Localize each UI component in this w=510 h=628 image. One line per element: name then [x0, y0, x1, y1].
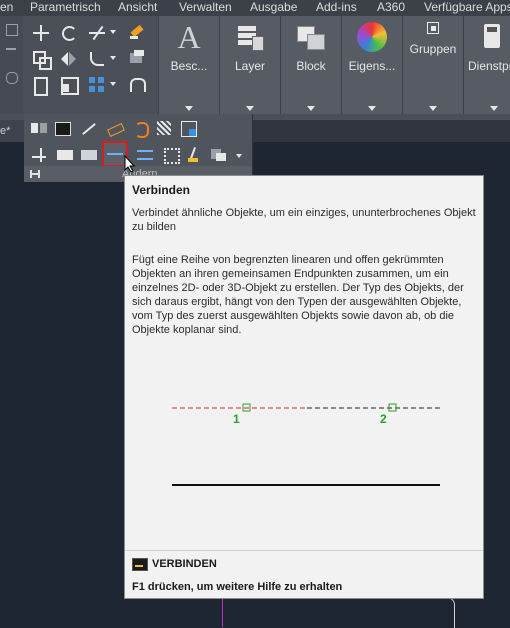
annotation-button[interactable]: A Besc... — [158, 16, 219, 114]
block-button[interactable]: Block — [280, 16, 341, 114]
rotate-icon[interactable] — [60, 24, 78, 42]
utilities-label: Dienstpr — [468, 59, 510, 73]
marker-label-2: 2 — [380, 412, 387, 426]
offset-icon[interactable] — [128, 76, 146, 94]
command-line-icon — [132, 558, 148, 571]
tooltip-title: Verbinden — [132, 183, 191, 197]
drawing-curve — [444, 597, 455, 628]
color-wheel-icon — [357, 22, 387, 52]
copy-nested-icon[interactable] — [162, 146, 180, 164]
fillet-dropdown-icon[interactable] — [110, 56, 116, 60]
polyline-edit-icon[interactable] — [180, 120, 198, 138]
scale-icon[interactable] — [60, 76, 79, 95]
draw-order-icon[interactable] — [210, 146, 228, 164]
utilities-dropdown-icon — [490, 106, 498, 111]
lengthen-icon[interactable] — [80, 120, 98, 138]
stretch-icon[interactable] — [32, 76, 50, 96]
overkill-icon[interactable] — [54, 120, 72, 138]
break-icon[interactable] — [30, 120, 48, 138]
menu-item-verfuegbare-apps[interactable]: Verfügbare Apps — [424, 0, 510, 15]
properties-label: Eigens... — [348, 59, 396, 73]
copy-icon[interactable] — [32, 50, 52, 70]
break-at-point-icon[interactable] — [56, 146, 74, 164]
layer-dropdown-icon — [246, 106, 254, 111]
join-icon — [107, 153, 123, 155]
menu-item-ansicht[interactable]: Ansicht — [118, 0, 157, 15]
block-dropdown-icon — [307, 106, 315, 111]
array-dropdown-icon[interactable] — [110, 82, 116, 86]
annotation-label: Besc... — [170, 59, 208, 73]
group-icon — [427, 22, 439, 34]
erase-obj-icon[interactable] — [106, 120, 125, 138]
groups-button[interactable]: Gruppen — [402, 16, 463, 114]
block-label: Block — [296, 59, 326, 73]
move-icon[interactable] — [32, 24, 50, 42]
circle-icon[interactable] — [6, 72, 18, 84]
layer-icon — [236, 24, 264, 51]
chamfer-icon[interactable] — [80, 146, 98, 164]
draw-order-dropdown-icon[interactable] — [236, 154, 242, 158]
menu-item-add-ins[interactable]: Add-ins — [316, 0, 357, 15]
block-icon — [297, 24, 325, 50]
file-tab[interactable]: e* — [0, 120, 24, 142]
menu-item-en[interactable]: en — [0, 0, 13, 15]
draw-icon[interactable] — [6, 24, 18, 36]
pin-icon[interactable] — [30, 170, 40, 178]
menu-item-ausgabe[interactable]: Ausgabe — [250, 0, 297, 15]
groups-label: Gruppen — [409, 42, 457, 56]
properties-dropdown-icon — [368, 106, 376, 111]
trim-icon[interactable] — [88, 24, 106, 42]
mirror-icon[interactable] — [60, 50, 78, 68]
reverse-icon[interactable] — [136, 146, 154, 164]
tooltip-summary: Verbindet ähnliche Objekte, um ein einzi… — [132, 207, 476, 233]
menu-item-a360[interactable]: A360 — [377, 0, 405, 15]
tooltip-footer: VERBINDEN F1 drücken, um weitere Hilfe z… — [125, 550, 483, 599]
tooltip-help: F1 drücken, um weitere Hilfe zu erhalten — [132, 581, 343, 593]
tooltip-details: Fügt eine Reihe von begrenzten linearen … — [132, 254, 464, 336]
align-icon[interactable] — [30, 146, 48, 164]
line-icon[interactable] — [6, 48, 16, 50]
set-by-layer-icon[interactable] — [184, 146, 202, 164]
groups-dropdown-icon — [429, 106, 437, 111]
annotation-dropdown-icon — [185, 106, 193, 111]
marker-label-1: 1 — [233, 412, 240, 426]
hatch-edit-icon[interactable] — [156, 120, 174, 138]
menu-item-verwalten[interactable]: Verwalten — [179, 0, 232, 15]
erase-icon[interactable] — [128, 24, 146, 42]
menu-item-parametrisch[interactable]: Parametrisch — [30, 0, 101, 15]
calculator-icon — [484, 24, 500, 48]
text-icon: A — [177, 19, 201, 55]
layer-button[interactable]: Layer — [219, 16, 280, 114]
ribbon-left-panel — [0, 16, 23, 114]
tooltip-command: VERBINDEN — [152, 558, 217, 570]
menu-bar: en Parametrisch Ansicht Verwalten Ausgab… — [0, 0, 510, 16]
spline-edit-icon[interactable] — [132, 120, 150, 138]
fillet-icon[interactable] — [88, 50, 106, 68]
explode-icon[interactable] — [128, 50, 146, 68]
join-illustration — [172, 403, 440, 486]
layer-label: Layer — [234, 59, 266, 73]
modify-tools-area — [24, 16, 156, 114]
trim-dropdown-icon[interactable] — [110, 30, 116, 34]
utilities-button[interactable]: Dienstpr — [463, 16, 510, 114]
cursor-icon — [124, 155, 136, 173]
array-icon[interactable] — [88, 76, 106, 94]
properties-button[interactable]: Eigens... — [341, 16, 402, 114]
tooltip: Verbinden Verbindet ähnliche Objekte, um… — [124, 175, 484, 599]
